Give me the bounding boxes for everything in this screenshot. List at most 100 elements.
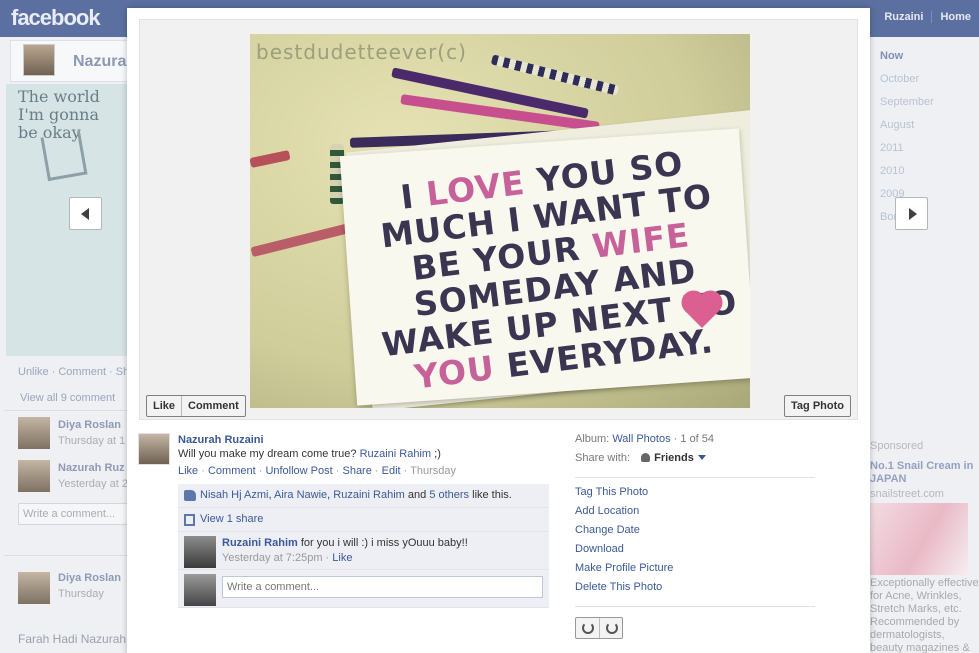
rotate-buttons <box>575 617 623 639</box>
bg-post2-avatar <box>18 572 50 604</box>
bg-comment1-name: Diya Roslan <box>58 419 121 431</box>
bg-comment2-time: Yesterday at 2 <box>58 478 128 490</box>
top-nav: Ruzaini Home <box>876 11 979 23</box>
album-row: Album: Wall Photos · 1 of 54 <box>575 433 715 445</box>
bg-post2-text: Farah Hadi Nazurah <box>18 632 127 646</box>
friends-icon <box>641 453 651 462</box>
post-caption-suffix: ;) <box>431 448 441 460</box>
post-mention-link[interactable]: Ruzaini Rahim <box>360 448 432 460</box>
post-timestamp[interactable]: Thursday <box>410 465 456 477</box>
photo-stage: bestdudetteever(c) I LOVE YOU SO MUCH I … <box>139 19 858 420</box>
likes-suffix: like this. <box>472 489 512 501</box>
comment-like-link[interactable]: Like <box>332 552 352 564</box>
timeline-september: September <box>880 96 934 108</box>
comment-item: Ruzaini Rahim for you i will :) i miss y… <box>178 532 549 570</box>
timeline-2010: 2010 <box>880 165 905 177</box>
delete-photo-link[interactable]: Delete This Photo <box>575 581 815 600</box>
timeline-august: August <box>880 119 915 131</box>
post-author[interactable]: Nazurah Ruzaini <box>178 434 264 446</box>
bg-comment2-avatar <box>18 460 50 492</box>
write-comment-row: Write a comment... <box>178 570 549 608</box>
bg-profile-header: Nazurah <box>10 40 136 82</box>
photo-watermark: bestdudetteever(c) <box>256 40 467 64</box>
tag-this-photo-link[interactable]: Tag This Photo <box>575 486 815 505</box>
liker-1[interactable]: Nisah Hj Azmi <box>200 489 268 501</box>
timeline-2011: 2011 <box>880 142 904 154</box>
photo-side-panel: Album: Wall Photos · 1 of 54 Share with:… <box>575 433 815 641</box>
comment-body: Ruzaini Rahim for you i will :) i miss y… <box>222 537 543 549</box>
ad-copy: Exceptionally effective for Acne, Wrinkl… <box>870 577 979 653</box>
bg-unlike-row: Unlike · Comment · Sha <box>18 366 136 378</box>
edit-link[interactable]: Edit <box>382 465 401 477</box>
thumbs-up-icon <box>184 490 196 501</box>
add-location-link[interactable]: Add Location <box>575 505 815 524</box>
bg-post2-name: Diya Roslan <box>58 572 121 584</box>
album-label: Album: <box>575 433 610 445</box>
bg-write-comment: Write a comment... <box>18 503 128 525</box>
download-link[interactable]: Download <box>575 543 815 562</box>
change-date-link[interactable]: Change Date <box>575 524 815 543</box>
photo-card-text: I LOVE YOU SO MUCH I WANT TO BE YOUR WIF… <box>356 140 750 399</box>
timeline-now: Now <box>880 50 904 62</box>
liker-2[interactable]: Aira Nawie <box>274 489 327 501</box>
like-button[interactable]: Like <box>147 396 181 416</box>
view-share-link[interactable]: View 1 share <box>200 513 263 525</box>
post-caption: Will you make my dream come true? Ruzain… <box>178 448 441 460</box>
ad-title: No.1 Snail Cream in JAPAN <box>870 460 974 485</box>
likes-row: Nisah Hj Azmi, Aira Nawie, Ruzaini Rahim… <box>178 484 549 508</box>
commenter-avatar[interactable] <box>184 536 216 568</box>
nav-profile-link[interactable]: Ruzaini <box>876 11 931 23</box>
ad-url: snailstreet.com <box>870 488 944 500</box>
side-divider-2 <box>575 606 815 607</box>
bg-post2-time: Thursday <box>58 588 104 600</box>
side-divider <box>575 477 815 478</box>
comment-button[interactable]: Comment <box>181 396 245 416</box>
bg-photo-arrow <box>40 130 88 182</box>
share-with-label: Share with: <box>575 452 631 464</box>
shares-row[interactable]: View 1 share <box>178 508 549 532</box>
ad-image <box>870 503 968 575</box>
rotate-right-icon[interactable] <box>599 618 622 638</box>
chevron-down-icon <box>697 455 706 460</box>
bg-comment1-time: Thursday at 1 <box>58 435 126 447</box>
share-link[interactable]: Share <box>342 465 371 477</box>
post-actions: Like · Comment · Unfollow Post · Share ·… <box>178 465 457 477</box>
facebook-logo[interactable]: facebook <box>11 5 101 31</box>
nav-home-link[interactable]: Home <box>931 11 979 23</box>
write-comment-input[interactable]: Write a comment... <box>222 576 543 598</box>
album-link[interactable]: Wall Photos <box>612 433 670 445</box>
bg-divider <box>4 410 128 411</box>
feedback-box: Nisah Hj Azmi, Aira Nawie, Ruzaini Rahim… <box>178 484 549 608</box>
rotate-left-icon[interactable] <box>576 618 599 638</box>
post-comment-link[interactable]: Comment <box>208 465 256 477</box>
sponsored-label: Sponsored <box>870 440 924 452</box>
privacy-value: Friends <box>654 452 694 464</box>
bg-comment2-name: Nazurah Ruz <box>58 462 125 474</box>
photo-theater: bestdudetteever(c) I LOVE YOU SO MUCH I … <box>127 8 870 653</box>
likes-others-link[interactable]: 5 others <box>429 489 469 501</box>
author-avatar[interactable] <box>138 433 170 465</box>
share-icon <box>184 514 195 526</box>
unfollow-post-link[interactable]: Unfollow Post <box>265 465 332 477</box>
bg-avatar <box>23 44 55 76</box>
comment-text: for you i will :) i miss yOuuu baby!! <box>300 537 468 549</box>
bg-post-photo: The world I'm gonna be okay <box>6 84 128 356</box>
likes-connector: and <box>407 489 427 501</box>
previous-photo-button[interactable] <box>69 197 102 230</box>
make-profile-picture-link[interactable]: Make Profile Picture <box>575 562 815 581</box>
next-photo-button[interactable] <box>895 197 928 230</box>
timeline-october: October <box>880 73 920 85</box>
photo[interactable]: bestdudetteever(c) I LOVE YOU SO MUCH I … <box>250 34 750 408</box>
post-like-link[interactable]: Like <box>178 465 198 477</box>
commenter-name[interactable]: Ruzaini Rahim <box>222 537 298 549</box>
viewer-avatar <box>184 574 216 606</box>
comment-meta: Yesterday at 7:25pm · Like <box>222 552 353 564</box>
share-with-row: Share with: Friends <box>575 452 815 471</box>
post-caption-text: Will you make my dream come true? <box>178 448 357 460</box>
bg-divider-2 <box>4 555 128 556</box>
liker-3[interactable]: Ruzaini Rahim <box>333 489 405 501</box>
album-count: 1 of 54 <box>680 433 715 445</box>
tag-photo-button[interactable]: Tag Photo <box>784 395 851 417</box>
privacy-selector[interactable]: Friends <box>641 452 706 464</box>
comment-timestamp[interactable]: Yesterday at 7:25pm <box>222 552 323 564</box>
